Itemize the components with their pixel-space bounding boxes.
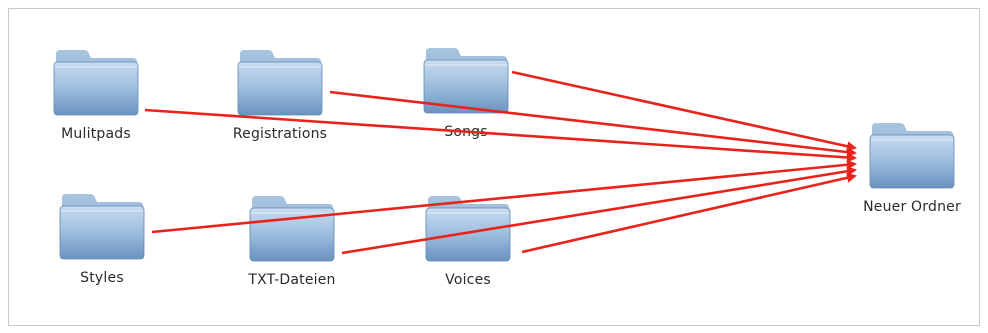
- folder-label: Songs: [444, 124, 488, 140]
- folder-mulitpads[interactable]: Mulitpads: [26, 48, 166, 142]
- folder-icon: [423, 48, 509, 114]
- folder-label: Registrations: [232, 126, 328, 142]
- folder-icon: [59, 194, 145, 260]
- folder-registrations[interactable]: Registrations: [210, 48, 350, 142]
- folder-label: Neuer Ordner: [863, 199, 961, 215]
- folder-songs[interactable]: Songs: [396, 46, 536, 140]
- folder-icon: [237, 50, 323, 116]
- folder-styles[interactable]: Styles: [32, 192, 172, 286]
- folder-label: Styles: [80, 270, 124, 286]
- folder-icon: [53, 50, 139, 116]
- folder-txt-dateien[interactable]: TXT-Dateien: [222, 194, 362, 288]
- folder-label: Voices: [445, 272, 491, 288]
- folder-label: TXT-Dateien: [248, 272, 336, 288]
- folder-voices[interactable]: Voices: [398, 194, 538, 288]
- folder-neuer-ordner[interactable]: Neuer Ordner: [842, 121, 982, 215]
- folder-label: Mulitpads: [61, 126, 131, 142]
- folder-icon: [249, 196, 335, 262]
- folder-icon: [425, 196, 511, 262]
- folder-icon: [869, 123, 955, 189]
